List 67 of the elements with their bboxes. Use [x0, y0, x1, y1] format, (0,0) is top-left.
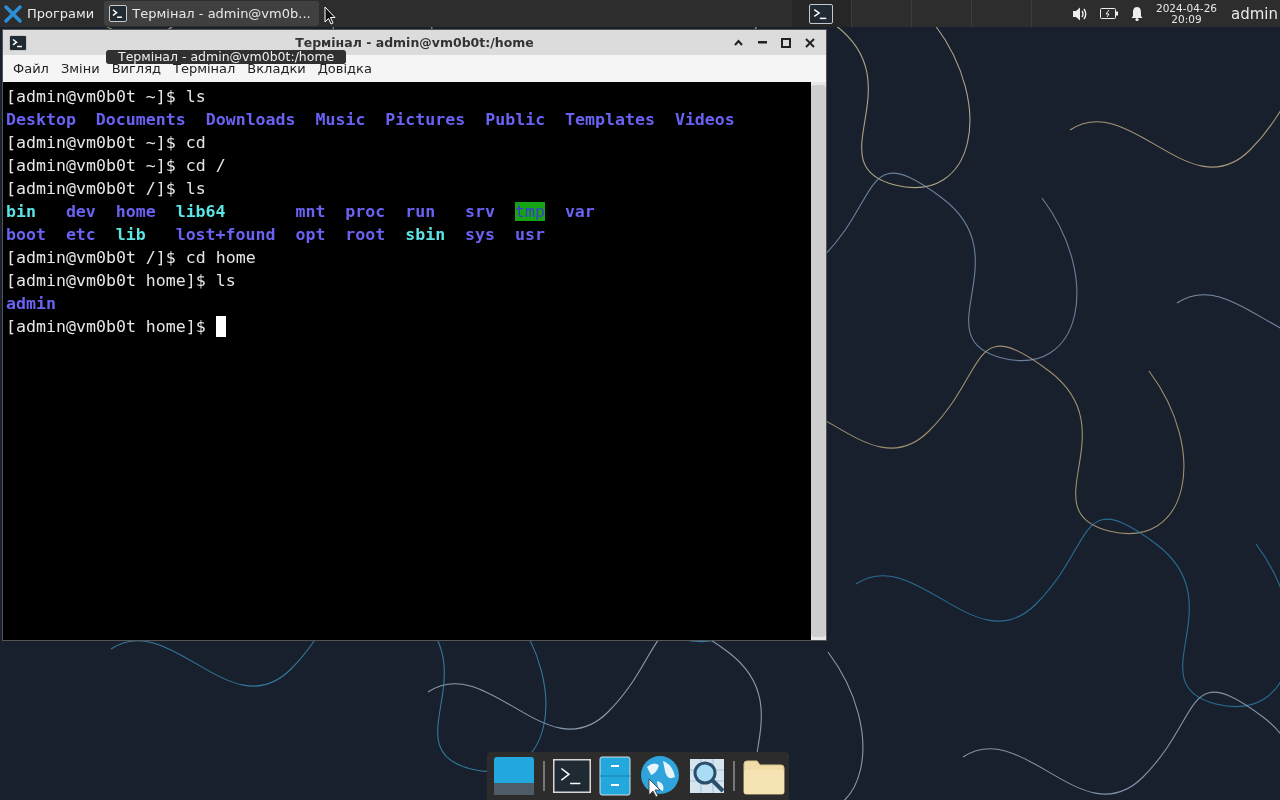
file-name: opt: [295, 225, 326, 244]
file-cabinet-launcher[interactable]: [599, 756, 631, 796]
desktop-launcher[interactable]: [493, 756, 535, 796]
workspace-cell[interactable]: [791, 0, 852, 27]
file-cabinet-icon: [599, 756, 631, 796]
terminal-icon: [9, 34, 27, 51]
user-menu-button[interactable]: admin: [1227, 0, 1280, 27]
clock[interactable]: 2024-04-26 20:09: [1155, 2, 1217, 25]
applications-menu-button[interactable]: Програми: [0, 0, 99, 27]
terminal-icon: [109, 5, 128, 22]
terminal-icon: [553, 759, 591, 793]
caret-up-icon: [733, 39, 743, 46]
file-name: Downloads: [205, 110, 296, 129]
file-name: lib: [115, 225, 146, 244]
text-cursor: [215, 316, 226, 337]
file-name: proc: [345, 202, 386, 221]
command-line: [admin@vm0b0t /]$ cd home: [6, 247, 256, 269]
file-name: sbin: [405, 225, 446, 244]
file-name: lost+found: [175, 225, 276, 244]
scrollbar[interactable]: [811, 82, 826, 640]
command-line: [admin@vm0b0t ~]$ ls: [6, 86, 206, 108]
file-name: dev: [65, 202, 96, 221]
terminal-icon: [809, 3, 834, 24]
command-line: [admin@vm0b0t ~]$ cd: [6, 132, 206, 154]
file-name: root: [345, 225, 386, 244]
volume-icon: [1071, 5, 1088, 22]
close-icon: [805, 37, 815, 48]
file-name: Videos: [674, 110, 735, 129]
command-line: [admin@vm0b0t home]$ ls: [6, 270, 236, 292]
magnifier-icon: [689, 756, 725, 796]
file-name: lib64: [175, 202, 226, 221]
mouse-pointer-icon: [324, 6, 336, 25]
file-name: tmp: [515, 202, 545, 221]
bell-icon: [1129, 6, 1144, 21]
file-name: mnt: [295, 202, 326, 221]
window-title: Термінал - admin@vm0b0t:/home: [295, 35, 534, 50]
file-name: usr: [515, 225, 545, 244]
file-name: Music: [315, 110, 366, 129]
file-name: etc: [65, 225, 96, 244]
tooltip: Термінал - admin@vm0b0t:/home: [106, 50, 347, 64]
command-prompt: [admin@vm0b0t home]$: [6, 316, 206, 338]
command-line: [admin@vm0b0t ~]$ cd /: [6, 155, 226, 177]
file-name: bin: [6, 202, 36, 221]
terminal-launcher[interactable]: [553, 759, 591, 793]
file-name: boot: [6, 225, 46, 244]
file-name: sys: [465, 225, 496, 244]
file-name: Desktop: [6, 110, 76, 129]
file-name: srv: [465, 202, 496, 221]
file-name: Templates: [565, 110, 655, 129]
menu-item[interactable]: Файл: [7, 58, 55, 79]
file-name: Pictures: [385, 110, 466, 129]
menu-item[interactable]: Зміни: [54, 58, 106, 79]
command-line: [admin@vm0b0t /]$ ls: [6, 178, 206, 200]
minimize-icon: [757, 41, 767, 44]
file-name: var: [564, 202, 595, 221]
globe-launcher[interactable]: [639, 755, 681, 797]
desktop-icon: [493, 756, 535, 796]
file-name: run: [405, 202, 436, 221]
taskbar-button[interactable]: Термінал - admin@vm0b...: [104, 1, 319, 26]
file-name: Public: [485, 110, 546, 129]
battery-icon: [1099, 6, 1118, 21]
maximize-icon: [781, 37, 791, 48]
globe-icon: [639, 755, 681, 797]
file-name: admin: [6, 294, 56, 313]
file-name: home: [115, 202, 156, 221]
magnifier-launcher[interactable]: [689, 756, 725, 796]
file-name: Documents: [95, 110, 186, 129]
